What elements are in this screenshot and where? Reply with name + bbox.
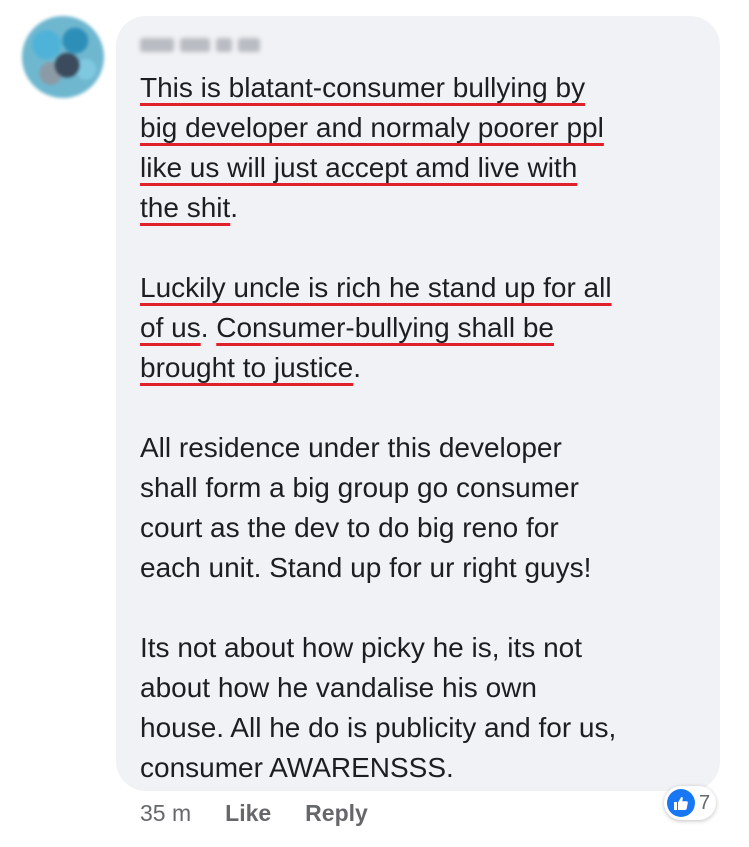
comment-paragraph: All residence under this developer shall … <box>140 428 710 588</box>
commenter-avatar[interactable] <box>22 16 104 98</box>
comment-text-segment: . <box>353 352 362 383</box>
comment-line: brought to justice. <box>140 348 710 388</box>
comment-line: All residence under this developer <box>140 428 710 468</box>
commenter-name[interactable] <box>140 34 280 56</box>
comment-line: like us will just accept amd live with <box>140 148 710 188</box>
name-redacted-part <box>140 38 174 52</box>
underlined-text: brought to justice <box>140 352 354 383</box>
like-button[interactable]: Like <box>225 800 271 827</box>
comment-text-segment: All residence under this developer <box>140 432 562 463</box>
comment-bubble: This is blatant-consumer bullying by big … <box>116 16 720 791</box>
comment-line: Its not about how picky he is, its not <box>140 628 710 668</box>
name-redacted-part <box>238 38 260 52</box>
underlined-text: Consumer-bullying shall be <box>216 312 554 343</box>
comment-paragraph: This is blatant-consumer bullying by big … <box>140 68 710 228</box>
comment-text-segment: . <box>230 192 239 223</box>
comment-paragraph: Luckily uncle is rich he stand up for al… <box>140 268 710 388</box>
name-redacted-part <box>180 38 210 52</box>
comment-line: This is blatant-consumer bullying by <box>140 68 710 108</box>
comment-line: big developer and normaly poorer ppl <box>140 108 710 148</box>
underlined-text: big developer and normaly poorer ppl <box>140 112 604 143</box>
comment-text-segment: court as the dev to do big reno for <box>140 512 559 543</box>
comment-text-segment: house. All he do is publicity and for us… <box>140 712 617 743</box>
reaction-summary[interactable]: 7 <box>664 786 717 820</box>
reply-button[interactable]: Reply <box>305 800 368 827</box>
comment-line: Luckily uncle is rich he stand up for al… <box>140 268 710 308</box>
underlined-text: of us <box>140 312 201 343</box>
comment-text-segment: . <box>200 312 217 343</box>
comment-line: shall form a big group go consumer <box>140 468 710 508</box>
comment-text-segment: shall form a big group go consumer <box>140 472 579 503</box>
comment-text-segment: about how he vandalise his own <box>140 672 537 703</box>
underlined-text: This is blatant-consumer bullying by <box>140 72 586 103</box>
comment-actions: 35 m Like Reply <box>140 798 402 828</box>
thumbs-up-icon <box>667 789 695 817</box>
comment-line: about how he vandalise his own <box>140 668 710 708</box>
comment-text: This is blatant-consumer bullying by big … <box>140 68 710 828</box>
comment-line: each unit. Stand up for ur right guys! <box>140 548 710 588</box>
underlined-text: like us will just accept amd live with <box>140 152 578 183</box>
comment-text-segment: consumer AWARENSSS. <box>140 752 454 783</box>
name-redacted-part <box>216 38 232 52</box>
comment-line: of us. Consumer-bullying shall be <box>140 308 710 348</box>
comment-line: the shit. <box>140 188 710 228</box>
underlined-text: Luckily uncle is rich he stand up for al… <box>140 272 612 303</box>
comment-line: court as the dev to do big reno for <box>140 508 710 548</box>
underlined-text: the shit <box>140 192 231 223</box>
comment-line: house. All he do is publicity and for us… <box>140 708 710 748</box>
comment-timestamp[interactable]: 35 m <box>140 800 191 827</box>
comment-text-segment: each unit. Stand up for ur right guys! <box>140 552 592 583</box>
comment-text-segment: Its not about how picky he is, its not <box>140 632 583 663</box>
comment-line: consumer AWARENSSS. <box>140 748 710 788</box>
reaction-count: 7 <box>699 791 711 814</box>
comment-paragraph: Its not about how picky he is, its not ab… <box>140 628 710 788</box>
